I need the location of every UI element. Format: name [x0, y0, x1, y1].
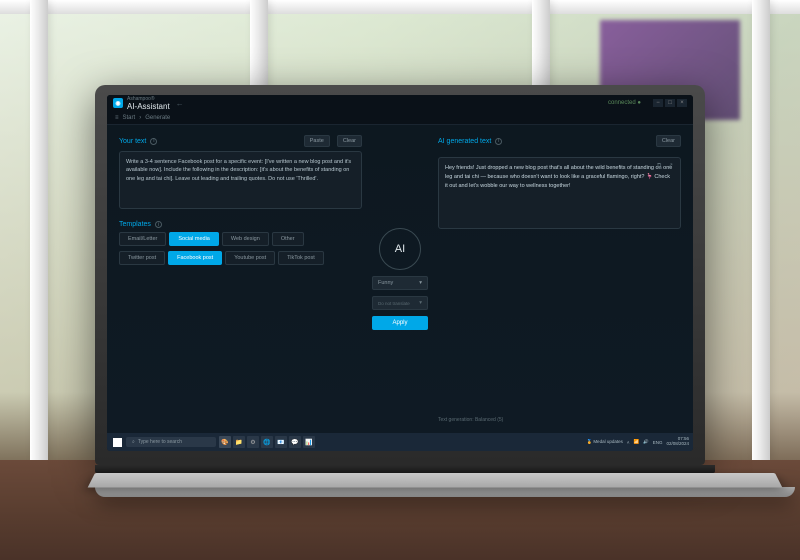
template-youtube[interactable]: Youtube post — [225, 251, 275, 265]
connection-status: connected ● — [608, 100, 641, 106]
output-textarea[interactable]: Hey friends! Just dropped a new blog pos… — [438, 157, 681, 229]
taskbar-app-icon[interactable]: 🌐 — [261, 436, 273, 448]
maximize-button[interactable]: □ — [665, 99, 675, 107]
template-categories: Email/Letter Social media Web design Oth… — [119, 232, 362, 246]
menu-icon[interactable]: ≡ — [115, 115, 119, 121]
tone-dropdown[interactable]: Funny▾ — [372, 276, 428, 290]
info-icon[interactable]: i — [495, 138, 502, 145]
titlebar: ◉ Ashampoo® AI-Assistant ← connected ● −… — [107, 95, 693, 111]
start-button[interactable] — [111, 436, 123, 448]
tray-chevron-icon[interactable]: ˄ — [627, 440, 630, 445]
wifi-icon[interactable]: 📶 — [633, 439, 639, 445]
search-icon: ⌕ — [132, 439, 135, 445]
language-indicator[interactable]: ENG — [653, 440, 663, 445]
minimize-button[interactable]: − — [653, 99, 663, 107]
chevron-down-icon: ▾ — [419, 300, 422, 306]
app-title: AI-Assistant — [127, 102, 170, 111]
taskbar-app-icon[interactable]: 📊 — [303, 436, 315, 448]
window-controls: − □ × — [653, 99, 687, 107]
taskbar-app-icon[interactable]: 💬 — [289, 436, 301, 448]
window-frame — [30, 0, 48, 460]
close-button[interactable]: × — [677, 99, 687, 107]
volume-icon[interactable]: 🔊 — [643, 439, 649, 445]
output-title: AI generated text — [438, 138, 491, 145]
windows-taskbar: ⌕ Type here to search 🎨 📁 ⚙ 🌐 📧 💬 📊 🏅 Me… — [107, 433, 693, 451]
input-section: Your text i Paste Clear Write a 3-4 sent… — [119, 135, 362, 209]
search-placeholder: Type here to search — [138, 439, 182, 445]
taskbar-apps: 🎨 📁 ⚙ 🌐 📧 💬 📊 — [219, 436, 315, 448]
paste-button[interactable]: Paste — [304, 135, 330, 147]
breadcrumb: ≡ Start › Generate — [107, 111, 693, 125]
template-items: Twitter post Facebook post Youtube post … — [119, 251, 362, 265]
tab-other[interactable]: Other — [272, 232, 304, 246]
clear-input-button[interactable]: Clear — [337, 135, 362, 147]
window-frame — [0, 0, 800, 14]
template-tiktok[interactable]: TikTok post — [278, 251, 324, 265]
template-facebook[interactable]: Facebook post — [168, 251, 222, 265]
window-frame — [752, 0, 770, 460]
ai-badge: AI — [379, 228, 421, 270]
taskbar-app-icon[interactable]: 🎨 — [219, 436, 231, 448]
back-icon[interactable]: ← — [176, 99, 184, 108]
taskbar-app-icon[interactable]: 📁 — [233, 436, 245, 448]
app-window: ◉ Ashampoo® AI-Assistant ← connected ● −… — [107, 95, 693, 451]
chevron-down-icon: ▾ — [419, 280, 422, 286]
translate-dropdown[interactable]: Do not translate▾ — [372, 296, 428, 310]
templates-section: Templates i Email/Letter Social media We… — [119, 221, 362, 270]
clock[interactable]: 07:56 02/08/2024 — [666, 437, 689, 447]
windows-logo-icon — [113, 438, 122, 447]
generation-status: Text generation: Balanced (5) — [438, 417, 681, 423]
clear-output-button[interactable]: Clear — [656, 135, 681, 147]
template-twitter[interactable]: Twitter post — [119, 251, 165, 265]
breadcrumb-current: Generate — [145, 115, 170, 121]
laptop-hinge — [95, 465, 715, 473]
taskbar-search[interactable]: ⌕ Type here to search — [126, 437, 216, 447]
output-text: Hey friends! Just dropped a new blog pos… — [445, 165, 672, 189]
taskbar-app-icon[interactable]: 📧 — [275, 436, 287, 448]
main-panel: Your text i Paste Clear Write a 3-4 sent… — [107, 125, 693, 433]
right-column: AI generated text i Clear Hey friends! J… — [438, 135, 681, 423]
taskbar-app-icon[interactable]: ⚙ — [247, 436, 259, 448]
input-textarea[interactable]: Write a 3-4 sentence Facebook post for a… — [119, 151, 362, 209]
system-tray: 🏅 Medal updates ˄ 📶 🔊 ENG 07:56 02/08/20… — [586, 437, 689, 447]
laptop: ◉ Ashampoo® AI-Assistant ← connected ● −… — [95, 85, 705, 497]
medal-notification[interactable]: 🏅 Medal updates — [586, 439, 622, 445]
laptop-base — [95, 487, 795, 497]
templates-title: Templates — [119, 221, 151, 228]
tab-email[interactable]: Email/Letter — [119, 232, 166, 246]
tab-web[interactable]: Web design — [222, 232, 269, 246]
laptop-keyboard — [88, 473, 783, 487]
left-column: Your text i Paste Clear Write a 3-4 sent… — [119, 135, 362, 423]
info-icon[interactable]: i — [150, 138, 157, 145]
share-icon[interactable]: ↗ — [668, 162, 676, 170]
input-title: Your text — [119, 138, 146, 145]
screen-bezel: ◉ Ashampoo® AI-Assistant ← connected ● −… — [95, 85, 705, 465]
app-logo-icon: ◉ — [113, 98, 123, 108]
apply-button[interactable]: Apply — [372, 316, 428, 330]
tab-social[interactable]: Social media — [169, 232, 219, 246]
copy-icon[interactable]: ⧉ — [657, 162, 665, 170]
info-icon[interactable]: i — [155, 221, 162, 228]
breadcrumb-start[interactable]: Start — [123, 115, 136, 121]
center-column: AI Funny▾ Do not translate▾ Apply — [370, 135, 430, 423]
breadcrumb-sep: › — [139, 115, 141, 121]
